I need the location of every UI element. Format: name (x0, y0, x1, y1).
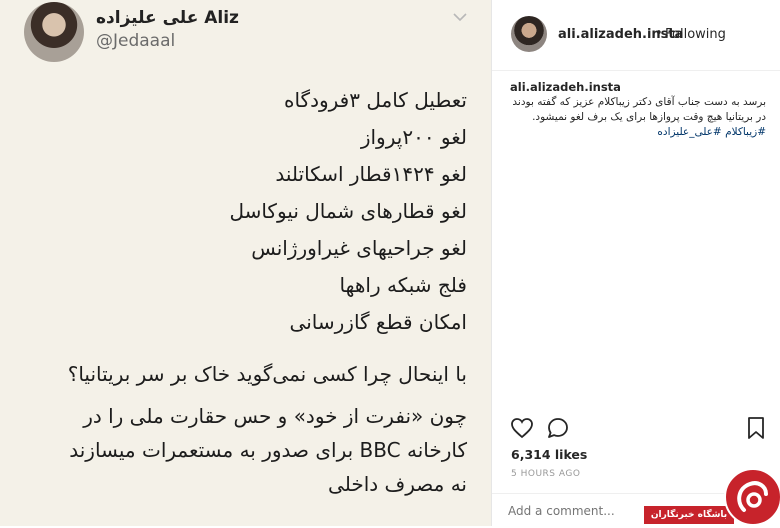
post-header: ali.alizadeh.insta • Following (492, 0, 780, 71)
tweet-line: فلج شبکه راهها (339, 273, 467, 297)
tweet-author-name: علی علیزاده Aliz (96, 8, 239, 28)
caption-hashtags[interactable]: #زیباکلام #علی_علیزاده (510, 125, 766, 140)
caption-username[interactable]: ali.alizadeh.insta (510, 80, 766, 94)
tweet-line: لغو ۲۰۰پرواز (360, 125, 467, 149)
watermark-logo (724, 468, 780, 526)
watermark-text: باشگاه خبرنگاران (644, 506, 734, 524)
tweet-question: با اینحال چرا کسی نمی‌گوید خاک بر سر بری… (67, 362, 467, 386)
post-timestamp: 5 HOURS AGO (511, 469, 581, 479)
bookmark-icon[interactable] (746, 416, 766, 440)
tweet-text: تعطیل کامل ۳فرودگاه لغو ۲۰۰پرواز لغو ۱۴۲… (27, 82, 467, 501)
instagram-post: علی علیزاده Aliz @Jedaaal تعطیل کامل ۳فر… (0, 0, 780, 526)
tweet-paragraph-line: کارخانه BBC برای صدور به مستعمرات میسازن… (69, 438, 467, 462)
separator-dot: • (655, 26, 663, 41)
tweet-paragraph: چون «نفرت از خود» و حس حقارت ملی را در ک… (27, 399, 467, 501)
caption-text: برسد به دست جناب آقای دکتر زیباکلام عزیز… (512, 96, 766, 123)
tweet-author-handle: @Jedaaal (96, 31, 176, 51)
tweet-image: علی علیزاده Aliz @Jedaaal تعطیل کامل ۳فر… (0, 0, 492, 526)
likes-count[interactable]: 6,314 likes (511, 447, 587, 462)
chevron-down-icon (453, 13, 467, 22)
comment-icon[interactable] (546, 416, 570, 440)
avatar[interactable] (511, 16, 547, 52)
action-bar (510, 416, 766, 442)
tweet-line: لغو ۱۴۲۴قطار اسکاتلند (275, 162, 467, 186)
tweet-paragraph-line: چون «نفرت از خود» و حس حقارت ملی را در (83, 404, 467, 428)
tweet-line: امکان قطع گازرسانی (289, 310, 467, 334)
caption: ali.alizadeh.insta برسد به دست جناب آقای… (510, 80, 766, 140)
tweet-line: لغو جراحیهای غیراورژانس (251, 236, 467, 260)
watermark-logo-mark (737, 481, 768, 512)
following-button[interactable]: Following (665, 27, 726, 42)
post-sidebar: ali.alizadeh.insta • Following ali.aliza… (492, 0, 780, 526)
tweet-paragraph-line: نه مصرف داخلی (328, 472, 467, 496)
tweet-line: لغو قطارهای شمال نیوکاسل (229, 199, 467, 223)
heart-icon[interactable] (510, 416, 534, 440)
tweet-avatar (24, 2, 84, 62)
tweet-line: تعطیل کامل ۳فرودگاه (283, 88, 467, 112)
